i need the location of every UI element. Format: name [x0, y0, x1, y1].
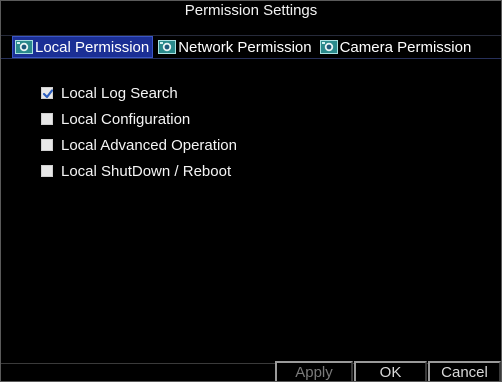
cancel-button[interactable]: Cancel	[428, 361, 501, 381]
tab-local-permission[interactable]: Local Permission	[12, 36, 154, 58]
permission-label: Local Log Search	[61, 84, 178, 102]
permission-local-shutdown-reboot[interactable]: Local ShutDown / Reboot	[41, 158, 237, 184]
tab-label: Local Permission	[35, 38, 150, 56]
tab-network-permission[interactable]: Network Permission	[156, 36, 314, 58]
permission-label: Local Advanced Operation	[61, 136, 237, 154]
permission-settings-dialog: Permission Settings Local Permission Net…	[0, 0, 502, 382]
dialog-title: Permission Settings	[1, 1, 501, 20]
permission-local-log-search[interactable]: Local Log Search	[41, 80, 237, 106]
tab-row: Local Permission Network Permission Came…	[12, 35, 474, 59]
button-row: Apply OK Cancel	[274, 361, 501, 381]
checkbox[interactable]	[41, 87, 54, 99]
tab-camera-permission[interactable]: Camera Permission	[318, 36, 475, 58]
checkbox[interactable]	[41, 113, 53, 125]
tab-label: Network Permission	[178, 38, 312, 56]
permission-label: Local Configuration	[61, 110, 191, 128]
camera-icon	[158, 39, 177, 55]
camera-icon	[15, 39, 33, 55]
permission-label: Local ShutDown / Reboot	[61, 162, 232, 180]
check-mark-icon	[42, 89, 54, 99]
checkbox[interactable]	[41, 139, 53, 151]
camera-icon	[319, 39, 338, 55]
checkbox[interactable]	[41, 165, 53, 177]
permission-local-advanced-operation[interactable]: Local Advanced Operation	[41, 132, 237, 158]
permission-local-configuration[interactable]: Local Configuration	[41, 106, 237, 132]
apply-button[interactable]: Apply	[275, 361, 353, 381]
ok-button[interactable]: OK	[354, 361, 427, 381]
permission-list: Local Log Search Local Configuration Loc…	[41, 80, 237, 184]
tab-label: Camera Permission	[339, 38, 472, 56]
